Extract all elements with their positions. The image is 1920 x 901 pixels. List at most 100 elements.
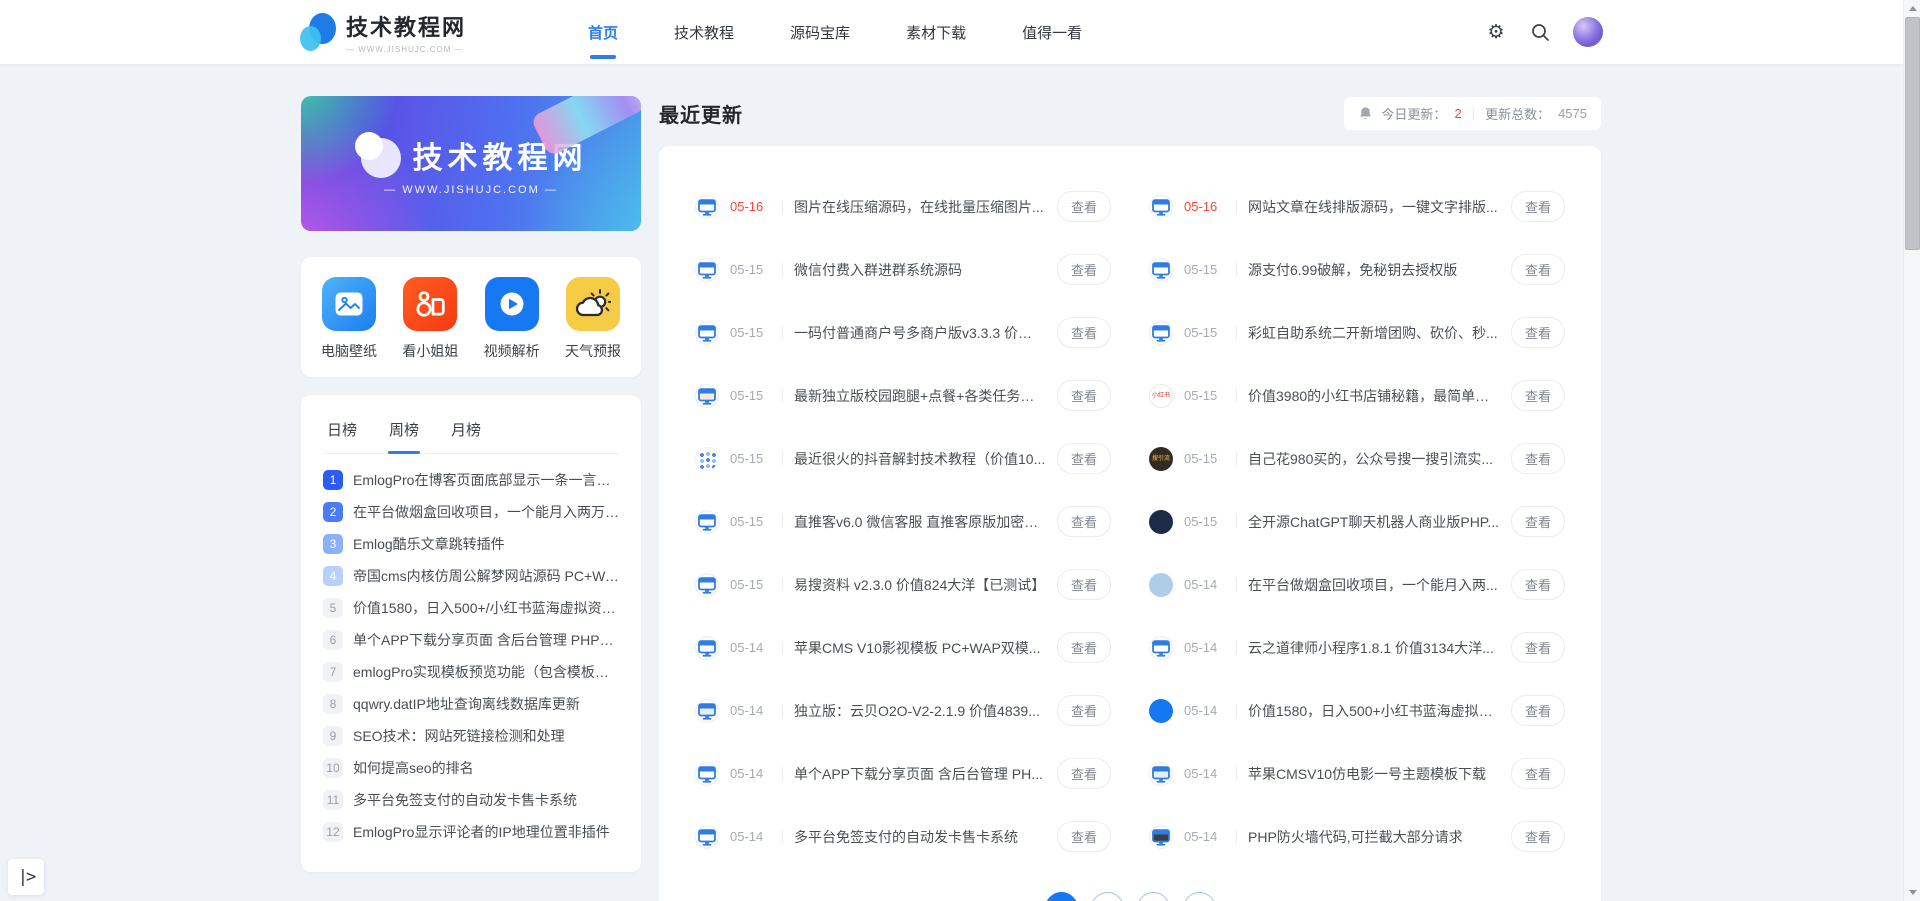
nav-item[interactable]: 素材下载 (902, 0, 970, 64)
view-button[interactable]: 查看 (1056, 254, 1111, 285)
view-button[interactable]: 查看 (1510, 506, 1565, 537)
article-title: 在平台做烟盒回收项目，一个能月入两... (1248, 576, 1498, 593)
user-avatar[interactable] (1573, 17, 1603, 47)
ranking-list-item[interactable]: 6 单个APP下载分享页面 含后台管理 PHP网... (323, 624, 619, 656)
ranking-list-item[interactable]: 4 帝国cms内核仿周公解梦网站源码 PC+WAP... (323, 560, 619, 592)
article-row[interactable]: 05-15 最近很火的抖音解封技术教程（价值10... 查看 (695, 427, 1111, 490)
scrollbar-down-arrow[interactable] (1904, 884, 1920, 901)
view-button[interactable]: 查看 (1056, 506, 1111, 537)
article-date: 05-16 (1184, 199, 1218, 214)
article-row[interactable]: 05-15 易搜资料 v2.3.0 价值824大洋【已测试】 查看 (695, 553, 1111, 616)
ranking-list-item[interactable]: 8 qqwry.datIP地址查询离线数据库更新 (323, 688, 619, 720)
article-row[interactable]: 05-14 云之道律师小程序1.8.1 价值3134大洋... 查看 (1149, 616, 1565, 679)
nav-item[interactable]: 源码宝库 (786, 0, 854, 64)
rank-number-badge: 1 (323, 470, 343, 490)
article-row[interactable]: 05-15 直推客v6.0 微信客服 直推客原版加密测... 查看 (695, 490, 1111, 553)
view-button[interactable]: 查看 (1510, 254, 1565, 285)
date-title-divider (1236, 641, 1237, 654)
logo-subtitle: — WWW.JISHUJC.COM — (346, 45, 464, 54)
article-row[interactable]: 05-14 价值1580，日入500+小红书蓝海虚拟资... 查看 (1149, 679, 1565, 742)
article-row[interactable]: 05-15 微信付费入群进群系统源码 查看 (695, 238, 1111, 301)
scrollbar-thumb[interactable] (1905, 17, 1920, 250)
pagination-button[interactable]: 3 (1136, 892, 1170, 901)
quick-app-item[interactable]: 天气预报 (565, 277, 621, 361)
view-button[interactable]: 查看 (1056, 758, 1111, 789)
rank-number-badge: 2 (323, 502, 343, 522)
view-button[interactable]: 查看 (1056, 569, 1111, 600)
article-row[interactable]: 05-14 在平台做烟盒回收项目，一个能月入两... 查看 (1149, 553, 1565, 616)
view-button[interactable]: 查看 (1510, 380, 1565, 411)
article-row[interactable]: 05-14 苹果CMSV10仿电影一号主题模板下载 查看 (1149, 742, 1565, 805)
view-button[interactable]: 查看 (1056, 191, 1111, 222)
search-icon[interactable] (1529, 21, 1551, 43)
article-title: 自己花980买的，公众号搜一搜引流实... (1248, 450, 1494, 467)
date-title-divider (782, 452, 783, 465)
quick-app-item[interactable]: 看小姐姐 (402, 277, 458, 361)
browser-scrollbar[interactable] (1903, 0, 1920, 901)
article-title: 全开源ChatGPT聊天机器人商业版PHP... (1248, 513, 1500, 530)
ranking-tab[interactable]: 月榜 (449, 411, 483, 453)
site-favicon (1149, 257, 1173, 282)
article-date: 05-15 (1184, 451, 1218, 466)
view-button[interactable]: 查看 (1510, 758, 1565, 789)
ranking-list-item[interactable]: 10 如何提高seo的排名 (323, 752, 619, 784)
article-row[interactable]: 05-15 源支付6.99破解，免秘钥去授权版 查看 (1149, 238, 1565, 301)
article-title: 最新独立版校园跑腿+点餐+各类任务等... (794, 387, 1046, 404)
date-title-divider (782, 578, 783, 591)
site-logo[interactable]: 技术教程网 — WWW.JISHUJC.COM — (300, 10, 466, 54)
view-button[interactable]: 查看 (1056, 695, 1111, 726)
article-row[interactable]: 05-14 苹果CMS V10影视模板 PC+WAP双模... 查看 (695, 616, 1111, 679)
ranking-list-item[interactable]: 3 Emlog酷乐文章跳转插件 (323, 528, 619, 560)
view-button[interactable]: 查看 (1056, 380, 1111, 411)
article-row[interactable]: 05-14 多平台免签支付的自动发卡售卡系统 查看 (695, 805, 1111, 868)
ranking-list-item[interactable]: 11 多平台免签支付的自动发卡售卡系统 (323, 784, 619, 816)
article-row[interactable]: 05-16 图片在线压缩源码，在线批量压缩图片... 查看 (695, 175, 1111, 238)
ranking-list-item[interactable]: 2 在平台做烟盒回收项目，一个能月入两万的... (323, 496, 619, 528)
view-button[interactable]: 查看 (1056, 821, 1111, 852)
ranking-list-item[interactable]: 7 emlogPro实现模板预览功能（包含模板设置... (323, 656, 619, 688)
view-button[interactable]: 查看 (1510, 632, 1565, 663)
view-button[interactable]: 查看 (1510, 695, 1565, 726)
rank-item-title: SEO技术：网站死链接检测和处理 (353, 728, 565, 744)
view-button[interactable]: 查看 (1510, 569, 1565, 600)
article-row[interactable]: 05-14 单个APP下载分享页面 含后台管理 PH... 查看 (695, 742, 1111, 805)
ranking-tab[interactable]: 周榜 (387, 411, 421, 453)
ranking-list-item[interactable]: 12 EmlogPro显示评论者的IP地理位置非插件 (323, 816, 619, 848)
view-button[interactable]: 查看 (1510, 317, 1565, 348)
pagination-button[interactable]: 2 (1090, 892, 1124, 901)
quick-app-item[interactable]: 电脑壁纸 (321, 277, 377, 361)
pagination-button[interactable]: 1 (1044, 892, 1078, 901)
ranking-list-item[interactable]: 9 SEO技术：网站死链接检测和处理 (323, 720, 619, 752)
scrollbar-up-arrow[interactable] (1904, 0, 1920, 17)
article-row[interactable]: 05-15 彩虹自助系统二开新增团购、砍价、秒... 查看 (1149, 301, 1565, 364)
rank-number-badge: 4 (323, 566, 343, 586)
article-row[interactable]: 05-16 网站文章在线排版源码，一键文字排版... 查看 (1149, 175, 1565, 238)
date-title-divider (782, 830, 783, 843)
pagination-button[interactable]: 4 (1182, 892, 1216, 901)
settings-gear-icon[interactable]: ⚙ (1485, 21, 1507, 43)
view-button[interactable]: 查看 (1510, 443, 1565, 474)
view-button[interactable]: 查看 (1510, 191, 1565, 222)
ranking-list-item[interactable]: 5 价值1580，日入500+/小红书蓝海虚拟资料... (323, 592, 619, 624)
article-row[interactable]: 05-15 全开源ChatGPT聊天机器人商业版PHP... 查看 (1149, 490, 1565, 553)
sidebar-expander-button[interactable]: |> (8, 859, 44, 895)
nav-item[interactable]: 值得一看 (1018, 0, 1086, 64)
quick-app-item[interactable]: 视频解析 (484, 277, 540, 361)
main-nav: 首页 技术教程 源码宝库 素材下载 值得一看 (584, 0, 1086, 64)
view-button[interactable]: 查看 (1056, 443, 1111, 474)
view-button[interactable]: 查看 (1510, 821, 1565, 852)
nav-item[interactable]: 技术教程 (670, 0, 738, 64)
video-play-icon (484, 277, 539, 331)
article-row[interactable]: 05-15 最新独立版校园跑腿+点餐+各类任务等... 查看 (695, 364, 1111, 427)
article-row[interactable]: 05-14 独立版：云贝O2O-V2-2.1.9 价值4839... 查看 (695, 679, 1111, 742)
article-row[interactable]: 05-14 PHP防火墙代码,可拦截大部分请求 查看 (1149, 805, 1565, 868)
article-row[interactable]: 05-15 一码付普通商户号多商户版v3.3.3 价值1... 查看 (695, 301, 1111, 364)
ranking-tab[interactable]: 日榜 (325, 411, 359, 453)
sidebar-banner[interactable]: 技术教程网 — WWW.JISHUJC.COM — (301, 96, 641, 231)
ranking-list-item[interactable]: 1 EmlogPro在博客页面底部显示一条一言（Hi... (323, 464, 619, 496)
nav-item[interactable]: 首页 (584, 0, 622, 64)
view-button[interactable]: 查看 (1056, 317, 1111, 348)
article-row[interactable]: 小红书 05-15 价值3980的小红书店铺秘籍，最简单教... 查看 (1149, 364, 1565, 427)
article-row[interactable]: 搜引流 05-15 自己花980买的，公众号搜一搜引流实... 查看 (1149, 427, 1565, 490)
view-button[interactable]: 查看 (1056, 632, 1111, 663)
